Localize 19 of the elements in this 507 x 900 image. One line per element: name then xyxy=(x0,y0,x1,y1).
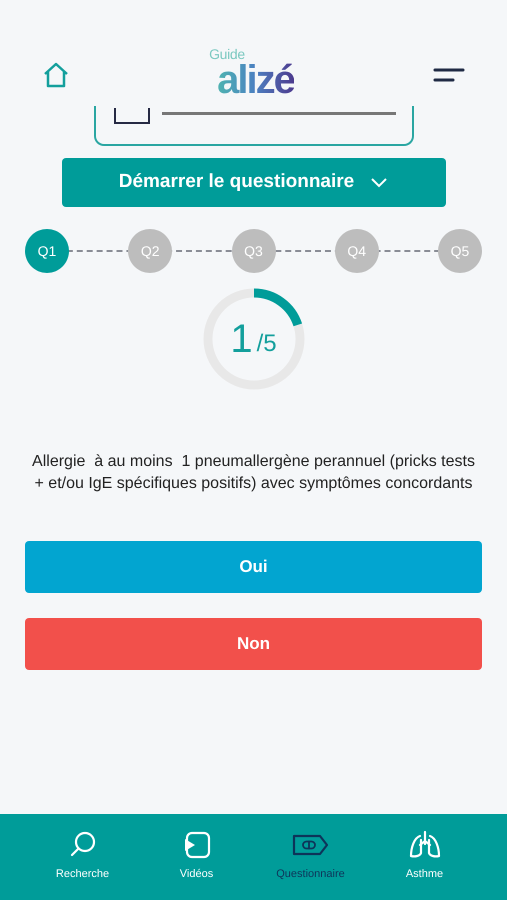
home-icon[interactable] xyxy=(42,61,70,89)
start-questionnaire-button[interactable]: Démarrer le questionnaire xyxy=(62,158,446,207)
tab[interactable]: Asthme xyxy=(372,830,478,886)
progress-current: 1 xyxy=(230,319,253,359)
chevron-down-icon xyxy=(370,176,388,188)
question-text: Allergie à au moins 1 pneumallergène perannuel (pricks tests + et/ou IgE spécifiques positifs) avec symptômes concordants xyxy=(31,452,476,494)
no-button[interactable]: Non xyxy=(25,618,482,670)
question-step[interactable]: Q3 xyxy=(232,229,276,273)
question-step[interactable]: Q1 xyxy=(25,229,69,273)
pill-tag-icon xyxy=(292,833,330,857)
yes-button[interactable]: Oui xyxy=(25,541,482,593)
question-step[interactable]: Q5 xyxy=(438,229,482,273)
tab[interactable]: Vidéos xyxy=(144,830,250,886)
tab[interactable]: Recherche xyxy=(30,830,136,886)
progress-total: /5 xyxy=(256,329,277,359)
lungs-icon xyxy=(408,830,442,860)
question-step[interactable]: Q2 xyxy=(128,229,172,273)
question-step[interactable]: Q4 xyxy=(334,229,379,273)
tab[interactable]: Questionnaire xyxy=(258,830,364,886)
